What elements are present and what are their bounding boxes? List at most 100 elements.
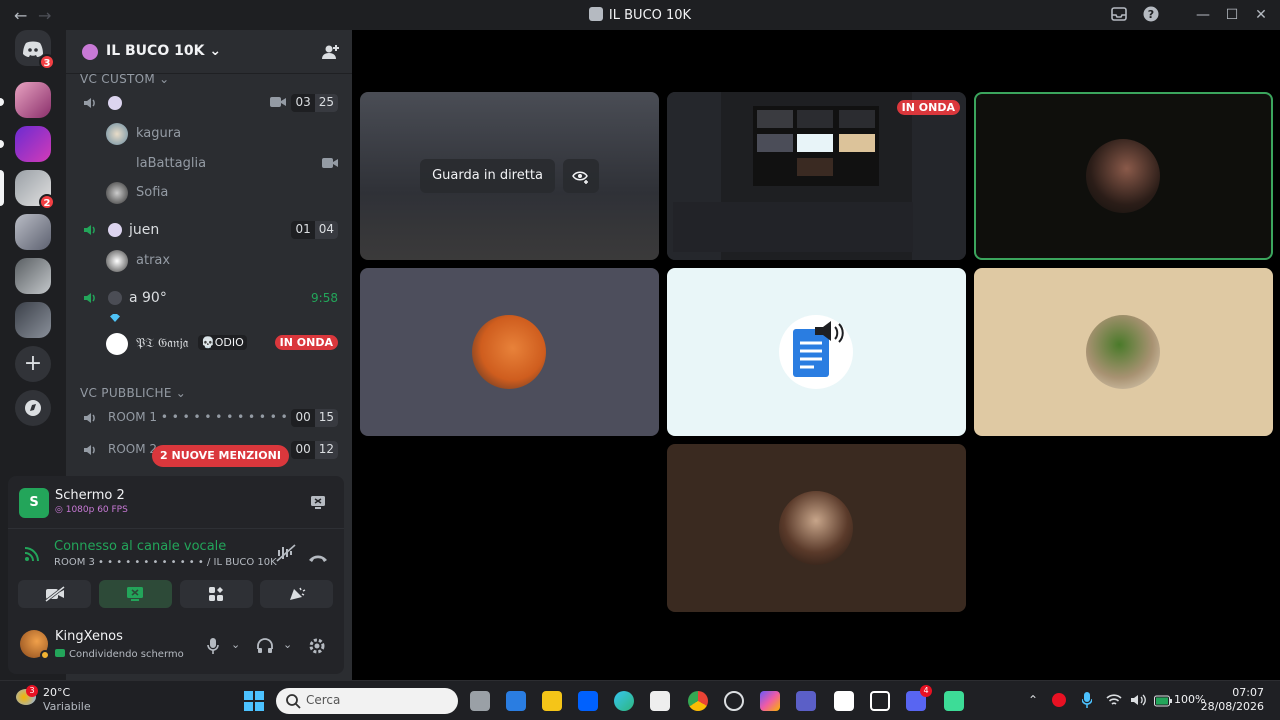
eye-plus-icon [572, 171, 588, 184]
tray-app-icon[interactable] [1052, 693, 1066, 707]
voice-status[interactable]: Connesso al canale vocale [54, 539, 226, 554]
avatar [106, 250, 128, 272]
channel-emoji-icon [108, 223, 122, 237]
category-vc-custom[interactable]: VC CUSTOM ⌄ [80, 72, 169, 86]
soundboard-icon [290, 587, 306, 600]
windows-taskbar: 3 20°C Variabile Cerca 4 ⌃ 100% 07:07 28… [0, 680, 1280, 720]
activities-icon [209, 587, 223, 601]
perplexity-icon[interactable] [870, 691, 890, 711]
copilot-icon[interactable] [760, 691, 780, 711]
chevron-down-icon[interactable]: ⌄ [231, 638, 240, 651]
svg-text:?: ? [1148, 8, 1154, 21]
participant-avatar [779, 491, 853, 565]
plus-icon: + [23, 351, 43, 376]
window-title-text: IL BUCO 10K [608, 8, 692, 23]
help-icon[interactable]: ? [1142, 6, 1160, 24]
soundboard-button[interactable] [260, 580, 333, 608]
server-icon-1[interactable] [15, 82, 51, 118]
divider [8, 528, 344, 529]
chevron-down-icon[interactable]: ⌄ [283, 638, 292, 651]
app-logo-icon [588, 7, 603, 21]
noise-suppression-icon[interactable] [276, 544, 296, 566]
microphone-tray-icon[interactable] [1081, 692, 1093, 712]
close-icon[interactable]: ✕ [1252, 6, 1270, 24]
invite-people-icon[interactable] [320, 42, 340, 66]
openai-icon[interactable] [724, 691, 744, 711]
voice-user-sofia[interactable]: Sofia [106, 181, 338, 205]
participant-tile-4[interactable] [667, 444, 966, 612]
chrome-icon[interactable] [688, 691, 708, 711]
discord-badge: 4 [920, 685, 932, 697]
user-status: Condividendo schermo [55, 649, 184, 660]
compass-icon [25, 400, 41, 416]
voice-location[interactable]: ROOM 3 • • • • • • • • • • • • / IL BUCO… [54, 557, 277, 568]
user-avatar[interactable] [20, 630, 50, 660]
participant-tile-3[interactable] [974, 268, 1273, 436]
speaker-active-icon [84, 225, 95, 235]
discord-taskbar-icon[interactable]: 4 [906, 685, 932, 711]
participant-avatar [472, 315, 546, 389]
activities-button[interactable] [180, 580, 253, 608]
battery-icon[interactable] [1154, 692, 1172, 711]
voice-channel-custom-1[interactable]: 03 25 [82, 92, 338, 116]
server-icon-3[interactable] [15, 214, 51, 250]
weather-desc: Variabile [43, 700, 91, 713]
direct-messages-button[interactable]: 3 [15, 30, 55, 70]
explore-servers-button[interactable] [15, 390, 51, 426]
voice-user-ganja[interactable]: 𝔓𝔗 𝔊𝔞𝔫𝔧𝔞 💀ODIO IN ONDA [106, 332, 338, 356]
clock-date[interactable]: 28/08/2026 [1200, 700, 1264, 713]
stream-title: Schermo 2 [55, 488, 125, 503]
participant-tile-2[interactable] [667, 268, 966, 436]
maximize-icon[interactable]: ☐ [1223, 6, 1241, 24]
voice-user-labattaglia[interactable]: laBattaglia [106, 152, 338, 176]
chevron-up-icon[interactable]: ⌃ [1028, 693, 1038, 707]
headphones-icon[interactable] [257, 638, 273, 658]
server-icon-il-buco[interactable]: 2 [15, 170, 55, 210]
voice-user-kagura[interactable]: kagura [106, 122, 338, 146]
stream-tile-1[interactable]: Guarda in diretta [360, 92, 659, 260]
category-vc-pubbliche[interactable]: VC PUBBLICHE ⌄ [80, 386, 186, 400]
username[interactable]: KingXenos [55, 629, 123, 644]
clock-time[interactable]: 07:07 [1212, 686, 1264, 699]
store-icon[interactable] [650, 691, 670, 711]
windows-start-icon[interactable] [244, 691, 264, 711]
add-server-button[interactable]: + [15, 346, 51, 382]
dropbox-icon[interactable] [578, 691, 598, 711]
volume-icon[interactable] [1130, 692, 1146, 711]
stream-tile-2[interactable]: IN ONDA [667, 92, 966, 260]
popout-stream-button[interactable] [563, 159, 599, 193]
edge-icon[interactable] [614, 691, 634, 711]
task-view-icon[interactable] [470, 691, 490, 711]
participant-tile-speaking[interactable] [974, 92, 1273, 260]
camera-off-button[interactable] [18, 580, 91, 608]
participant-tile-1[interactable] [360, 268, 659, 436]
camera-off-icon [45, 586, 65, 602]
voice-user-atrax[interactable]: atrax [106, 249, 338, 273]
screen-share-button[interactable] [99, 580, 172, 608]
voice-channel-room-1[interactable]: ROOM 1 • • • • • • • • • • • • • • • 00 1… [82, 407, 338, 431]
outlook-icon[interactable] [506, 691, 526, 711]
watch-live-button[interactable]: Guarda in diretta [420, 159, 555, 193]
wifi-icon[interactable] [1106, 692, 1122, 711]
guild-header[interactable]: IL BUCO 10K ⌄ [66, 30, 352, 74]
app-icon[interactable] [944, 691, 964, 711]
speaker-icon [84, 445, 95, 455]
microphone-icon[interactable] [207, 638, 219, 658]
teams-icon[interactable] [796, 691, 816, 711]
video-camera-icon [322, 157, 338, 173]
weather-icon[interactable]: 3 [16, 685, 38, 705]
amazon-icon[interactable] [834, 691, 854, 711]
inbox-icon[interactable] [1110, 6, 1128, 24]
server-icon-2[interactable] [15, 126, 51, 162]
stop-stream-icon[interactable] [310, 494, 326, 514]
voice-channel-juen[interactable]: juen 01 04 [82, 219, 338, 243]
voice-channel-a90[interactable]: a 90° 9:58 [82, 287, 338, 311]
file-explorer-icon[interactable] [542, 691, 562, 711]
new-mentions-pill[interactable]: 2 NUOVE MENZIONI [152, 445, 289, 467]
server-icon-5[interactable] [15, 302, 51, 338]
taskbar-search-input[interactable]: Cerca [276, 688, 458, 714]
server-icon-4[interactable] [15, 258, 51, 294]
disconnect-icon[interactable] [308, 548, 328, 567]
minimize-icon[interactable]: — [1194, 6, 1212, 24]
settings-gear-icon[interactable] [308, 637, 326, 659]
